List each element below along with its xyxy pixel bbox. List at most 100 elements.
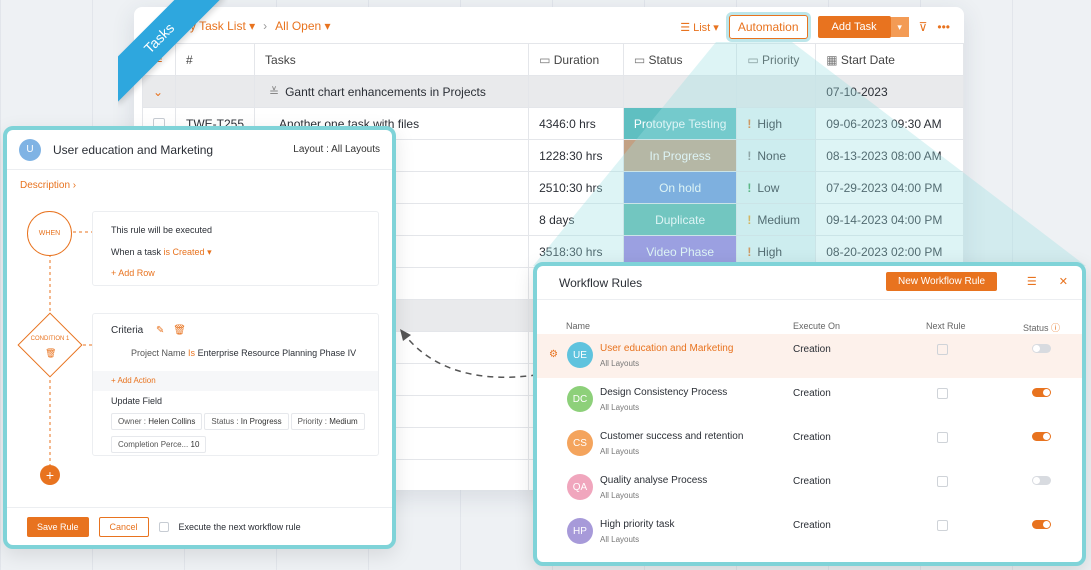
avatar: CS: [567, 430, 593, 456]
col-tasks: Tasks: [254, 43, 530, 76]
status-toggle[interactable]: [1032, 344, 1051, 353]
filter-icon[interactable]: ⊽: [919, 20, 928, 34]
group-status-cell: [622, 75, 738, 108]
add-task-button[interactable]: Add Task: [817, 16, 891, 38]
cancel-button[interactable]: Cancel: [98, 516, 149, 537]
priority-chip[interactable]: Priority : Medium: [290, 413, 365, 430]
status-toggle[interactable]: [1032, 432, 1051, 441]
task-priority[interactable]: ! Medium: [736, 203, 817, 236]
rule-name[interactable]: Quality analyse Process: [600, 475, 707, 486]
list-view-button[interactable]: ☰ List ▾: [680, 21, 719, 34]
list-item[interactable]: ⚙ UE User education and Marketing All La…: [537, 334, 1082, 378]
next-rule-checkbox[interactable]: [937, 388, 948, 399]
task-status[interactable]: Prototype Testing: [622, 107, 738, 140]
when-node[interactable]: WHEN: [27, 211, 72, 256]
rule-name[interactable]: High priority task: [600, 519, 674, 530]
workflow-editor-panel: U User education and Marketing Layout : …: [3, 126, 396, 549]
task-duration: 1228:30 hrs: [528, 139, 624, 172]
when-task-label: When a task is Created ▾: [111, 247, 212, 257]
task-status[interactable]: In Progress: [622, 139, 738, 172]
list-item[interactable]: CS Customer success and retention All La…: [537, 422, 1082, 466]
owner-chip[interactable]: Owner : Helen Collins: [111, 413, 203, 430]
rules-title: Workflow Rules: [559, 275, 643, 290]
col-priority: ▭ Priority: [736, 43, 817, 76]
ribbon-label: Tasks: [118, 0, 224, 103]
completion-chip[interactable]: Completion Perce... 10: [111, 436, 207, 453]
task-priority[interactable]: ! None: [736, 139, 817, 172]
delete-icon[interactable]: 🗑: [173, 325, 186, 336]
status-toggle[interactable]: [1032, 388, 1051, 397]
col-next-rule: Next Rule: [926, 321, 966, 331]
status-toggle[interactable]: [1032, 476, 1051, 485]
task-start: 07-29-2023 04:00 PM: [815, 171, 964, 204]
col-start-date: ▦ Start Date: [815, 43, 964, 76]
group-name: ≚ Gantt chart enhancements in Projects: [254, 75, 530, 108]
next-rule-checkbox[interactable]: [937, 432, 948, 443]
gear-icon[interactable]: ⚙: [549, 349, 558, 360]
delete-condition-icon[interactable]: 🗑: [45, 348, 56, 359]
task-start: 08-13-2023 08:00 AM: [815, 139, 964, 172]
tasks-ribbon: Tasks: [118, 0, 228, 110]
task-duration: 2510:30 hrs: [528, 171, 624, 204]
rule-execute-on: Creation: [793, 432, 831, 443]
rule-name[interactable]: Customer success and retention: [600, 431, 743, 442]
col-execute-on: Execute On: [793, 321, 841, 331]
task-start: 09-06-2023 09:30 AM: [815, 107, 964, 140]
execute-next-label: Execute the next workflow rule: [178, 521, 301, 532]
header-icons: ☰ ✕: [1027, 275, 1068, 288]
list-item[interactable]: QA Quality analyse Process All Layouts C…: [537, 466, 1082, 510]
add-action-button[interactable]: + Add Action: [93, 371, 378, 391]
rule-name[interactable]: Design Consistency Process: [600, 387, 727, 398]
list-item[interactable]: HP High priority task All Layouts Creati…: [537, 510, 1082, 554]
task-status[interactable]: On hold: [622, 171, 738, 204]
list-icon[interactable]: ☰: [1027, 275, 1037, 288]
close-icon[interactable]: ✕: [1059, 275, 1068, 288]
col-name: Name: [566, 321, 591, 331]
criteria-label: Criteria ✎ 🗑: [111, 325, 186, 336]
more-icon[interactable]: •••: [937, 20, 950, 34]
criteria-row: Project Name Is Enterprise Resource Plan…: [131, 348, 357, 358]
next-rule-checkbox[interactable]: [937, 344, 948, 355]
automation-button[interactable]: Automation: [728, 15, 808, 39]
editor-footer: Save Rule Cancel Execute the next workfl…: [7, 507, 392, 545]
add-task-dropdown-icon[interactable]: ▾: [890, 17, 909, 37]
edit-icon[interactable]: ✎: [156, 325, 164, 336]
condition-label: CONDITION 1: [30, 336, 70, 342]
group-row[interactable]: ⌄ ≚ Gantt chart enhancements in Projects …: [142, 75, 964, 108]
update-field-label: Update Field: [111, 396, 163, 406]
info-icon[interactable]: ⓘ: [1051, 323, 1060, 333]
status-toggle[interactable]: [1032, 520, 1051, 529]
rule-layout: All Layouts: [600, 491, 640, 500]
task-duration: 8 days: [528, 203, 624, 236]
rule-name[interactable]: User education and Marketing: [600, 343, 733, 354]
avatar: QA: [567, 474, 593, 500]
col-duration: ▭ Duration: [528, 43, 624, 76]
filter-dropdown[interactable]: All Open ▾: [275, 19, 330, 33]
avatar: DC: [567, 386, 593, 412]
rule-execute-on: Creation: [793, 520, 831, 531]
task-priority[interactable]: ! High: [736, 107, 817, 140]
execute-next-checkbox[interactable]: [158, 521, 169, 532]
add-row-button[interactable]: + Add Row: [111, 268, 155, 278]
rule-text: This rule will be executed: [111, 225, 213, 235]
is-created-dropdown[interactable]: is Created ▾: [164, 247, 212, 257]
col-status: Status ⓘ: [1023, 323, 1061, 333]
condition-card: Criteria ✎ 🗑 Project Name Is Enterprise …: [92, 313, 379, 456]
next-rule-checkbox[interactable]: [937, 520, 948, 531]
add-step-icon[interactable]: +: [40, 465, 60, 485]
rule-execute-on: Creation: [793, 388, 831, 399]
list-item[interactable]: DC Design Consistency Process All Layout…: [537, 378, 1082, 422]
rule-layout: All Layouts: [600, 447, 640, 456]
task-status[interactable]: Duplicate: [622, 203, 738, 236]
field-chips: Owner : Helen Collins Status : In Progres…: [111, 411, 376, 457]
toolbar-actions: ☰ List ▾ Automation Add Task ▾ ⊽ •••: [680, 15, 950, 39]
rule-execute-on: Creation: [793, 344, 831, 355]
save-rule-button[interactable]: Save Rule: [27, 516, 89, 537]
status-chip[interactable]: Status : In Progress: [204, 413, 289, 430]
when-card: This rule will be executed When a task i…: [92, 211, 379, 286]
new-workflow-rule-button[interactable]: New Workflow Rule: [886, 272, 998, 291]
group-duration-cell: [528, 75, 624, 108]
task-start: 09-14-2023 04:00 PM: [815, 203, 964, 236]
task-priority[interactable]: ! Low: [736, 171, 817, 204]
next-rule-checkbox[interactable]: [937, 476, 948, 487]
